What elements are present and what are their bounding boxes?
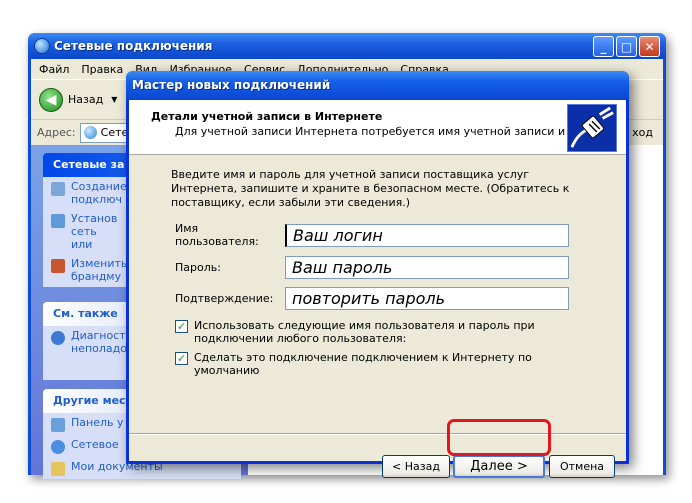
create-connection-icon <box>51 182 65 196</box>
network-icon <box>83 126 97 139</box>
username-label: Имя пользователя: <box>175 222 259 248</box>
password-input[interactable]: Ваш пароль <box>285 256 569 279</box>
next-button[interactable]: Далее > <box>453 455 545 478</box>
wizard-title[interactable]: Мастер новых подключений <box>126 71 629 100</box>
menu-file[interactable]: Файл <box>39 63 69 76</box>
address-label: Адрес: <box>37 126 76 139</box>
address-value: Сете <box>100 126 129 139</box>
minimize-button[interactable]: _ <box>593 36 614 57</box>
username-input[interactable]: Ваш логин <box>285 223 569 247</box>
close-button[interactable]: ✕ <box>639 36 660 57</box>
maximize-button[interactable]: □ <box>616 36 637 57</box>
folder-icon <box>51 462 65 476</box>
default-connection-row: ✓ Сделать это подключение подключением к… <box>175 351 595 377</box>
wizard-body: Детали учетной записи в Интернете Для уч… <box>129 100 626 478</box>
wizard-header: Детали учетной записи в Интернете Для уч… <box>129 100 626 155</box>
next-button-highlight <box>447 419 551 456</box>
default-connection-label[interactable]: Сделать это подключение подключением к И… <box>194 351 595 377</box>
task-create-connection-label: Создание подключ <box>71 180 127 206</box>
username-row: Имя пользователя: Ваш логин <box>175 222 569 248</box>
back-window-titlebar[interactable]: Сетевые подключения _ □ ✕ <box>28 33 666 59</box>
wizard-intro-text: Введите имя и пароль для учетной записи … <box>171 168 570 209</box>
back-arrow-icon: ◀ <box>39 87 63 112</box>
screen: Сетевые подключения _ □ ✕ Файл Правка Ви… <box>0 0 692 503</box>
task-change-firewall-label: Изменить брандму <box>71 257 128 283</box>
place-control-panel-label: Панель у <box>71 416 124 429</box>
wizard-header-title: Детали учетной записи в Интернете <box>151 110 383 123</box>
network-places-icon <box>51 440 65 454</box>
default-connection-checkbox[interactable]: ✓ <box>175 352 188 365</box>
confirm-input[interactable]: повторить пароль <box>285 287 569 310</box>
back-window-title: Сетевые подключения <box>54 39 213 53</box>
use-for-all-users-label[interactable]: Использовать следующие имя пользователя … <box>194 319 595 345</box>
task-setup-network-label: Установ сеть или <box>71 212 118 251</box>
back-button[interactable]: < Назад <box>382 455 450 478</box>
wizard-header-subtitle: Для учетной записи Интернета потребуется… <box>175 125 614 138</box>
back-nav-label: Назад <box>68 93 104 106</box>
use-for-all-users-row: ✓ Использовать следующие имя пользовател… <box>175 319 595 345</box>
use-for-all-users-checkbox[interactable]: ✓ <box>175 320 188 333</box>
firewall-icon <box>51 259 65 273</box>
menu-edit[interactable]: Правка <box>81 63 123 76</box>
chevron-down-icon[interactable]: ▼ <box>111 95 117 104</box>
network-connections-icon <box>34 38 50 54</box>
home-network-icon <box>51 214 65 228</box>
confirm-label: Подтверждение: <box>175 292 274 305</box>
info-icon <box>51 331 65 345</box>
confirm-row: Подтверждение: повторить пароль <box>175 287 569 310</box>
place-network-label: Сетевое <box>71 438 119 451</box>
task-diagnose-label: Диагност неполадо <box>71 329 127 355</box>
password-row: Пароль: Ваш пароль <box>175 256 569 279</box>
cancel-button[interactable]: Отмена <box>549 455 615 478</box>
connection-plug-icon <box>567 104 617 152</box>
password-label: Пароль: <box>175 261 221 274</box>
separator <box>129 433 626 435</box>
control-panel-icon <box>51 418 65 432</box>
go-button-label[interactable]: ход <box>632 126 653 139</box>
back-nav-button[interactable]: ◀ Назад ▼ <box>39 87 117 112</box>
new-connection-wizard: Мастер новых подключений Детали учетной … <box>126 71 629 478</box>
caption-buttons: _ □ ✕ <box>593 36 660 57</box>
